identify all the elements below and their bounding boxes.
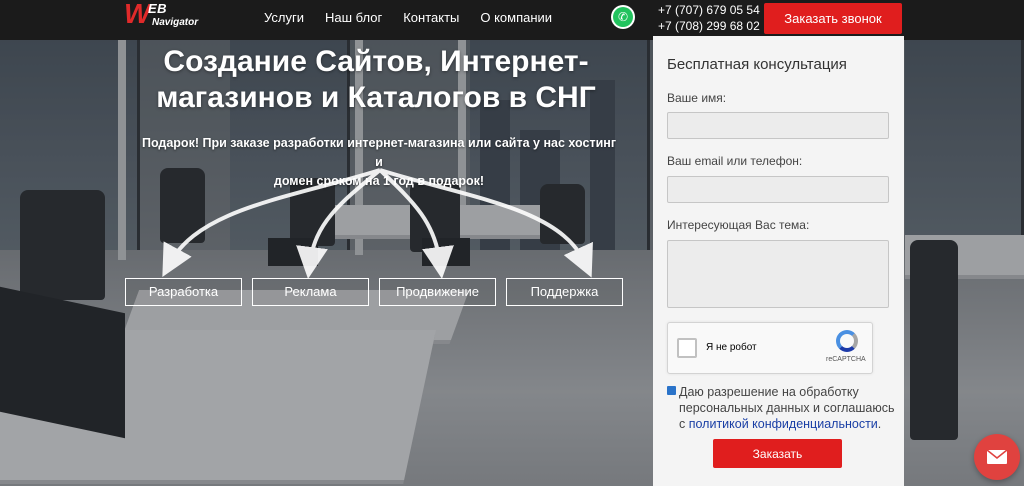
service-support[interactable]: Поддержка [506, 278, 623, 306]
service-advertising[interactable]: Реклама [252, 278, 369, 306]
form-title: Бесплатная консультация [667, 56, 847, 73]
name-label: Ваше имя: [667, 91, 727, 105]
nav-contacts[interactable]: Контакты [403, 10, 459, 25]
nav-about[interactable]: О компании [480, 10, 552, 25]
service-promotion[interactable]: Продвижение [379, 278, 496, 306]
nav-services[interactable]: Услуги [264, 10, 304, 25]
phone-1[interactable]: +7 (707) 679 05 54 [658, 2, 760, 18]
recaptcha-icon [836, 330, 858, 352]
recaptcha-label: Я не робот [706, 342, 757, 353]
recaptcha-checkbox[interactable] [677, 338, 697, 358]
consultation-form: Бесплатная консультация Ваше имя: Ваш em… [653, 36, 904, 486]
consent-checkbox[interactable] [667, 386, 676, 395]
recaptcha-brand: reCAPTCHA [826, 356, 866, 363]
hero-title: Создание Сайтов, Интернет- магазинов и К… [156, 45, 596, 114]
contact-input[interactable] [667, 176, 889, 203]
site-logo[interactable]: W EB Navigator [120, 0, 210, 36]
mail-icon[interactable] [974, 434, 1020, 480]
service-development[interactable]: Разработка [125, 278, 242, 306]
submit-button[interactable]: Заказать [713, 439, 842, 468]
whatsapp-icon[interactable]: ✆ [611, 5, 635, 29]
privacy-policy-link[interactable]: политикой конфиденциальности [689, 417, 878, 431]
recaptcha-widget: Я не робот reCAPTCHA [667, 322, 873, 374]
contact-label: Ваш email или телефон: [667, 154, 803, 168]
site-header: W EB Navigator Услуги Наш блог Контакты … [0, 0, 1024, 40]
consent-block: Даю разрешение на обработку персональных… [667, 384, 895, 432]
topic-textarea[interactable] [667, 240, 889, 308]
name-input[interactable] [667, 112, 889, 139]
arrows-graphic [162, 168, 593, 278]
topic-label: Интересующая Вас тема: [667, 218, 810, 232]
nav-blog[interactable]: Наш блог [325, 10, 382, 25]
phone-2[interactable]: +7 (708) 299 68 02 [658, 18, 760, 34]
main-nav: Услуги Наш блог Контакты О компании [264, 10, 573, 25]
phone-numbers: +7 (707) 679 05 54 +7 (708) 299 68 02 [658, 2, 760, 34]
order-call-button[interactable]: Заказать звонок [764, 3, 902, 34]
